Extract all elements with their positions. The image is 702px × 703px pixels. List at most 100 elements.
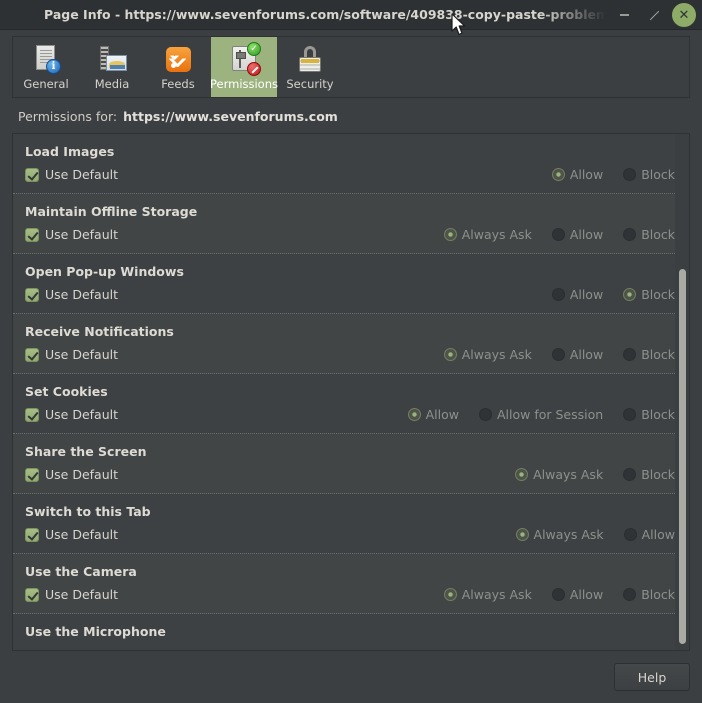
maximize-icon <box>649 10 659 20</box>
radio-icon <box>623 168 637 181</box>
permission-option-radio[interactable]: Allow <box>407 407 459 422</box>
permission-option-radio[interactable]: Allow <box>551 347 604 362</box>
tab-feeds[interactable]: Feeds <box>145 37 211 97</box>
close-button[interactable]: ✕ <box>672 3 696 27</box>
permission-option-label: Always Ask <box>461 587 532 602</box>
permission-option-label: Allow <box>569 167 604 182</box>
permission-option-label: Allow <box>569 227 604 242</box>
radio-icon <box>515 528 529 541</box>
page-info-window: Page Info - https://www.sevenforums.com/… <box>0 0 702 703</box>
radio-icon <box>623 348 637 361</box>
window-controls: ✕ <box>612 0 696 30</box>
tab-media[interactable]: Media <box>79 37 145 97</box>
use-default-checkbox[interactable]: Use Default <box>25 347 118 362</box>
radio-icon <box>443 588 457 601</box>
tab-permissions[interactable]: ✓ Permissions <box>209 37 279 97</box>
permission-row: Open Pop-up Windows Use Default Allow Block <box>13 254 689 314</box>
radio-icon <box>623 468 637 481</box>
permission-option-label: Always Ask <box>461 347 532 362</box>
radio-icon <box>443 348 457 361</box>
permission-option-radio[interactable]: Block <box>623 347 675 362</box>
permission-row-controls: Use Default Always Ask Allow Block <box>25 347 675 362</box>
maximize-button[interactable] <box>642 3 666 27</box>
window-title: Page Info - https://www.sevenforums.com/… <box>44 7 606 22</box>
checkmark-icon <box>25 287 39 302</box>
use-default-checkbox[interactable]: Use Default <box>25 407 118 422</box>
radio-icon <box>623 288 637 301</box>
permission-option-radio[interactable]: Block <box>623 467 675 482</box>
permission-row-title: Receive Notifications <box>25 324 174 339</box>
permission-row-controls: Use Default Always Ask Allow <box>25 527 675 542</box>
permissions-list[interactable]: Load Images Use Default Allow Block Maintain… <box>13 134 689 650</box>
radio-icon <box>551 588 565 601</box>
radio-icon <box>407 408 421 421</box>
permission-option-label: Block <box>641 287 675 302</box>
permission-options: Always Ask Block <box>515 467 675 482</box>
permission-option-radio[interactable]: Always Ask <box>443 347 532 362</box>
permission-option-radio[interactable]: Block <box>623 287 675 302</box>
permission-option-radio[interactable]: Allow <box>551 227 604 242</box>
use-default-checkbox[interactable]: Use Default <box>25 527 118 542</box>
permission-option-radio[interactable]: Block <box>623 167 675 182</box>
checkmark-icon <box>25 227 39 242</box>
radio-icon <box>551 228 565 241</box>
permission-option-radio[interactable]: Block <box>623 227 675 242</box>
permission-option-radio[interactable]: Always Ask <box>515 527 604 542</box>
minimize-button[interactable] <box>612 3 636 27</box>
rss-feed-icon <box>162 43 194 75</box>
tab-general[interactable]: i General <box>13 37 79 97</box>
permission-option-radio[interactable]: Allow <box>551 287 603 302</box>
permission-option-label: Always Ask <box>533 467 604 482</box>
permissions-for-line: Permissions for: https://www.sevenforums… <box>0 98 702 133</box>
help-button[interactable]: Help <box>614 663 690 691</box>
tab-permissions-label: Permissions <box>209 77 279 91</box>
permission-option-radio[interactable]: Allow for Session <box>478 407 604 422</box>
permission-row-title: Open Pop-up Windows <box>25 264 184 279</box>
radio-icon <box>623 408 637 421</box>
permission-option-radio[interactable]: Allow <box>551 167 604 182</box>
permission-option-label: Block <box>641 347 675 362</box>
checkmark-icon <box>25 347 39 362</box>
use-default-checkbox[interactable]: Use Default <box>25 167 118 182</box>
use-default-checkbox[interactable]: Use Default <box>25 287 118 302</box>
radio-icon <box>551 288 565 301</box>
permission-option-radio[interactable]: Always Ask <box>443 587 532 602</box>
permission-option-label: Block <box>641 407 675 422</box>
permission-row: Load Images Use Default Allow Block <box>13 134 689 194</box>
checkmark-icon <box>25 167 39 182</box>
permission-option-label: Allow <box>425 407 459 422</box>
title-bar[interactable]: Page Info - https://www.sevenforums.com/… <box>0 0 702 30</box>
permissions-scrollbar[interactable] <box>675 134 689 650</box>
permission-option-label: Always Ask <box>461 227 532 242</box>
permission-option-radio[interactable]: Allow <box>551 587 604 602</box>
permission-option-label: Block <box>641 167 675 182</box>
document-info-icon: i <box>30 43 62 75</box>
permission-options: Always Ask Allow Block <box>443 227 675 242</box>
permissions-icon: ✓ <box>228 42 261 76</box>
radio-icon <box>551 168 565 181</box>
radio-icon <box>551 348 565 361</box>
use-default-checkbox[interactable]: Use Default <box>25 227 118 242</box>
permission-option-label: Always Ask <box>533 527 604 542</box>
permission-option-label: Allow <box>569 347 604 362</box>
permission-row-controls: Use Default Always Ask Allow Block <box>25 587 675 602</box>
tab-security[interactable]: Security <box>277 37 343 97</box>
permission-option-radio[interactable]: Always Ask <box>443 227 532 242</box>
checkmark-icon <box>25 587 39 602</box>
permission-option-radio[interactable]: Always Ask <box>515 467 603 482</box>
use-default-checkbox[interactable]: Use Default <box>25 467 118 482</box>
permission-option-radio[interactable]: Block <box>623 407 675 422</box>
permission-option-radio[interactable]: Block <box>623 587 675 602</box>
use-default-checkbox[interactable]: Use Default <box>25 587 118 602</box>
use-default-label: Use Default <box>45 587 118 602</box>
permission-row-title: Maintain Offline Storage <box>25 204 198 219</box>
use-default-label: Use Default <box>45 407 118 422</box>
permissions-list-container: Load Images Use Default Allow Block Maintain… <box>12 133 690 651</box>
permission-row-title: Use the Microphone <box>25 624 166 639</box>
scrollbar-thumb[interactable] <box>679 269 686 644</box>
permission-option-label: Allow for Session <box>496 407 604 422</box>
permission-option-radio[interactable]: Allow <box>623 527 675 542</box>
radio-icon <box>623 228 637 241</box>
permission-option-label: Allow <box>569 587 604 602</box>
page-info-tabbar: i General Media Feeds ✓ Permissions Secu… <box>12 36 690 98</box>
